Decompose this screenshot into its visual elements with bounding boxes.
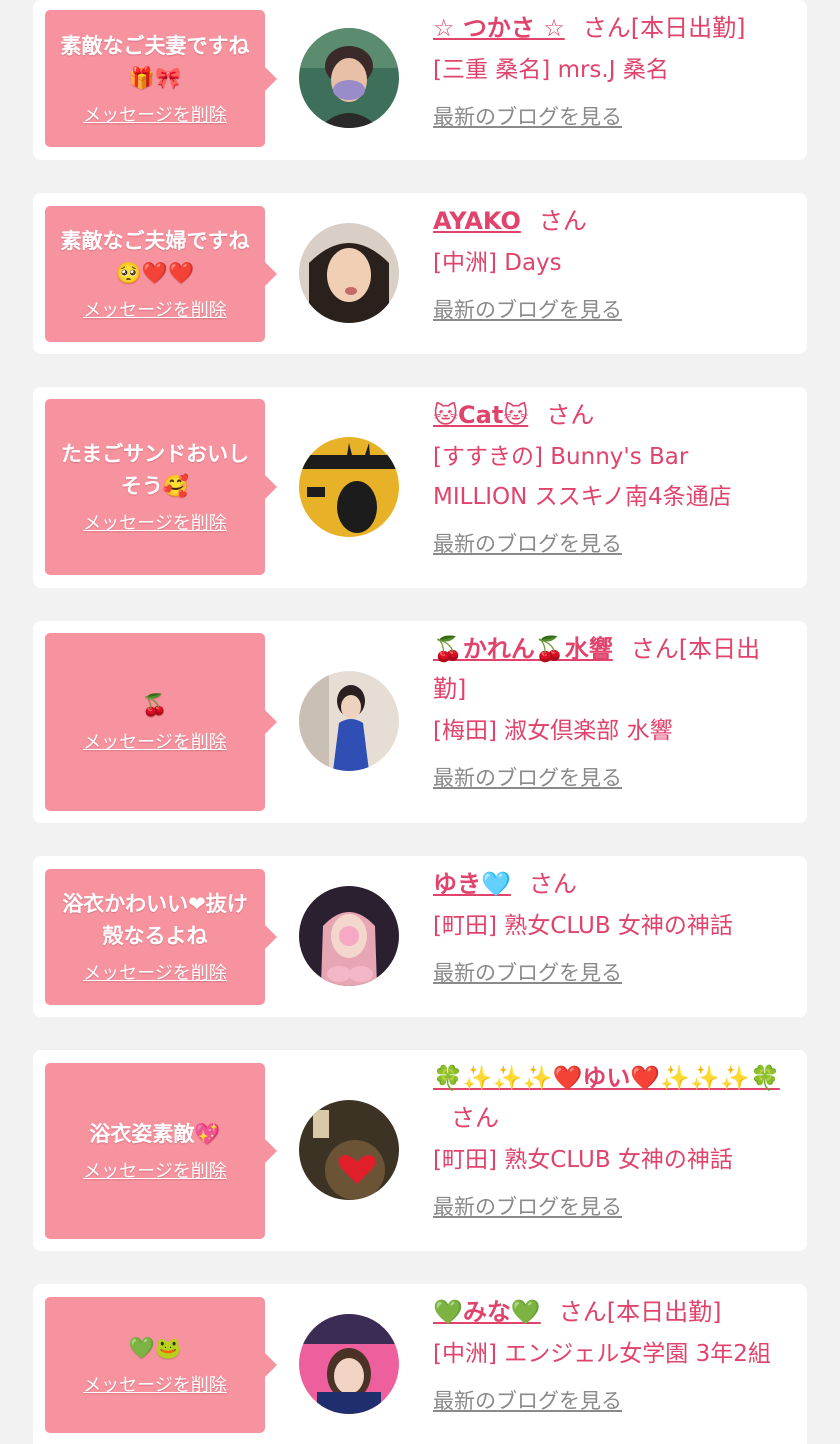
delete-message-link[interactable]: メッセージを削除: [83, 962, 227, 986]
message-card: 浴衣かわいい❤抜け殻なるよね メッセージを削除 ゆき🩵 さん [町田] 熟女CLU…: [33, 856, 807, 1017]
message-card: 素敵なご夫妻ですね🎁🎀 メッセージを削除 ☆ つかさ ☆ さん[本日出勤] [三重…: [33, 0, 807, 160]
profile-info: 🍀✨✨✨❤️ゆい❤️✨✨✨🍀 さん [町田] 熟女CLUB 女神の神話 最新のブロ…: [433, 1058, 787, 1222]
name-link[interactable]: ゆき🩵: [433, 870, 511, 898]
latest-blog-link[interactable]: 最新のブログを見る: [433, 958, 622, 988]
latest-blog-link[interactable]: 最新のブログを見る: [433, 295, 622, 325]
delete-message-link[interactable]: メッセージを削除: [83, 299, 227, 323]
honorific-status: さん[本日出勤]: [582, 14, 746, 42]
message-card: 浴衣姿素敵💖 メッセージを削除 🍀✨✨✨❤️ゆい❤️✨✨✨🍀 さん [町田] 熟女…: [33, 1050, 807, 1251]
profile-info: 💚みな💚 さん[本日出勤] [中洲] エンジェル女学園 3年2組 最新のブログを見…: [433, 1292, 787, 1416]
name-link[interactable]: 🍀✨✨✨❤️ゆい❤️✨✨✨🍀: [433, 1064, 780, 1092]
name-link[interactable]: AYAKO: [433, 207, 521, 235]
message-card: 💚🐸 メッセージを削除 💚みな💚 さん[本日出勤] [中洲] エンジェル女学園 3…: [33, 1284, 807, 1444]
name-line: 🐱Cat🐱 さん: [433, 395, 787, 435]
profile-info: ☆ つかさ ☆ さん[本日出勤] [三重 桑名] mrs.J 桑名 最新のブログを…: [433, 8, 787, 132]
delete-message-link[interactable]: メッセージを削除: [83, 731, 227, 755]
profile-info: ゆき🩵 さん [町田] 熟女CLUB 女神の神話 最新のブログを見る: [433, 864, 787, 988]
name-link[interactable]: 🐱Cat🐱: [433, 401, 528, 429]
profile-info: 🍒かれん🍒水響 さん[本日出勤] [梅田] 淑女倶楽部 水響 最新のブログを見る: [433, 629, 787, 793]
latest-blog-link[interactable]: 最新のブログを見る: [433, 763, 622, 793]
avatar-photo-woman-icon: [299, 223, 399, 323]
message-card: 🍒 メッセージを削除 🍒かれん🍒水響 さん[本日出勤] [梅田] 淑女倶楽部 水響…: [33, 621, 807, 823]
avatar-photo-school-girl-icon: [299, 1314, 399, 1414]
avatar[interactable]: [299, 223, 399, 323]
name-line: 💚みな💚 さん[本日出勤]: [433, 1292, 787, 1332]
latest-blog-link[interactable]: 最新のブログを見る: [433, 1192, 622, 1222]
name-line: ☆ つかさ ☆ さん[本日出勤]: [433, 8, 787, 48]
name-line: 🍒かれん🍒水響 さん[本日出勤]: [433, 629, 787, 709]
name-link[interactable]: 🍒かれん🍒水響: [433, 635, 613, 663]
latest-blog-link[interactable]: 最新のブログを見る: [433, 529, 622, 559]
honorific-status: さん: [546, 401, 595, 429]
message-bubble: 浴衣姿素敵💖 メッセージを削除: [45, 1063, 277, 1239]
avatar[interactable]: [299, 671, 399, 771]
delete-message-link[interactable]: メッセージを削除: [83, 512, 227, 536]
message-bubble: 🍒 メッセージを削除: [45, 633, 277, 811]
shop-name: [中洲] エンジェル女学園 3年2組: [433, 1341, 771, 1367]
name-link[interactable]: ☆ つかさ ☆: [433, 14, 565, 42]
shop-name: [中洲] Days: [433, 250, 562, 276]
message-card: 素敵なご夫婦ですね🥺❤️❤️ メッセージを削除 AYAKO さん [中洲] Day…: [33, 193, 807, 354]
message-text: 🍒: [141, 693, 169, 717]
avatar[interactable]: [299, 886, 399, 986]
avatar[interactable]: [299, 28, 399, 128]
avatar-photo-million-poster-icon: [299, 437, 399, 537]
delete-message-link[interactable]: メッセージを削除: [83, 104, 227, 128]
message-card: たまごサンドおいしそう🥰 メッセージを削除 🐱Cat🐱 さん [すすきの] Bun…: [33, 387, 807, 588]
message-bubble: 素敵なご夫婦ですね🥺❤️❤️ メッセージを削除: [45, 206, 277, 342]
honorific-status: さん: [451, 1104, 499, 1132]
avatar-photo-heart-icon: [299, 1100, 399, 1200]
profile-info: AYAKO さん [中洲] Days 最新のブログを見る: [433, 201, 787, 325]
message-bubble: 💚🐸 メッセージを削除: [45, 1297, 277, 1433]
message-text: たまごサンドおいしそう🥰: [60, 442, 250, 498]
honorific-status: さん: [528, 870, 577, 898]
shop-name: [すすきの] Bunny's Bar MILLION ススキノ南4条通店: [433, 444, 732, 510]
message-text: 素敵なご夫妻ですね🎁🎀: [60, 33, 250, 90]
message-text: 💚🐸: [128, 1336, 182, 1360]
message-text: 浴衣姿素敵💖: [89, 1122, 221, 1146]
avatar-photo-woman-mask-icon: [299, 28, 399, 128]
name-line: 🍀✨✨✨❤️ゆい❤️✨✨✨🍀 さん: [433, 1058, 787, 1138]
name-link[interactable]: 💚みな💚: [433, 1298, 541, 1326]
delete-message-link[interactable]: メッセージを削除: [83, 1160, 227, 1184]
honorific-status: さん[本日出勤]: [558, 1298, 722, 1326]
avatar-photo-woman-pink-hair-icon: [299, 886, 399, 986]
avatar[interactable]: [299, 1314, 399, 1414]
message-bubble: たまごサンドおいしそう🥰 メッセージを削除: [45, 399, 277, 575]
message-text: 素敵なご夫婦ですね🥺❤️❤️: [60, 229, 250, 285]
delete-message-link[interactable]: メッセージを削除: [83, 1374, 227, 1398]
name-line: ゆき🩵 さん: [433, 864, 787, 904]
avatar[interactable]: [299, 1100, 399, 1200]
message-bubble: 浴衣かわいい❤抜け殻なるよね メッセージを削除: [45, 869, 277, 1005]
avatar[interactable]: [299, 437, 399, 537]
avatar-photo-woman-blue-dress-icon: [299, 671, 399, 771]
message-text: 浴衣かわいい❤抜け殻なるよね: [62, 892, 248, 948]
profile-info: 🐱Cat🐱 さん [すすきの] Bunny's Bar MILLION ススキノ南…: [433, 395, 787, 559]
name-line: AYAKO さん: [433, 201, 787, 241]
latest-blog-link[interactable]: 最新のブログを見る: [433, 1386, 622, 1416]
shop-name: [町田] 熟女CLUB 女神の神話: [433, 1147, 733, 1173]
shop-name: [梅田] 淑女倶楽部 水響: [433, 718, 673, 744]
honorific-status: さん: [538, 207, 587, 235]
shop-name: [町田] 熟女CLUB 女神の神話: [433, 913, 733, 939]
latest-blog-link[interactable]: 最新のブログを見る: [433, 102, 622, 132]
message-bubble: 素敵なご夫妻ですね🎁🎀 メッセージを削除: [45, 10, 277, 147]
shop-name: [三重 桑名] mrs.J 桑名: [433, 57, 669, 83]
